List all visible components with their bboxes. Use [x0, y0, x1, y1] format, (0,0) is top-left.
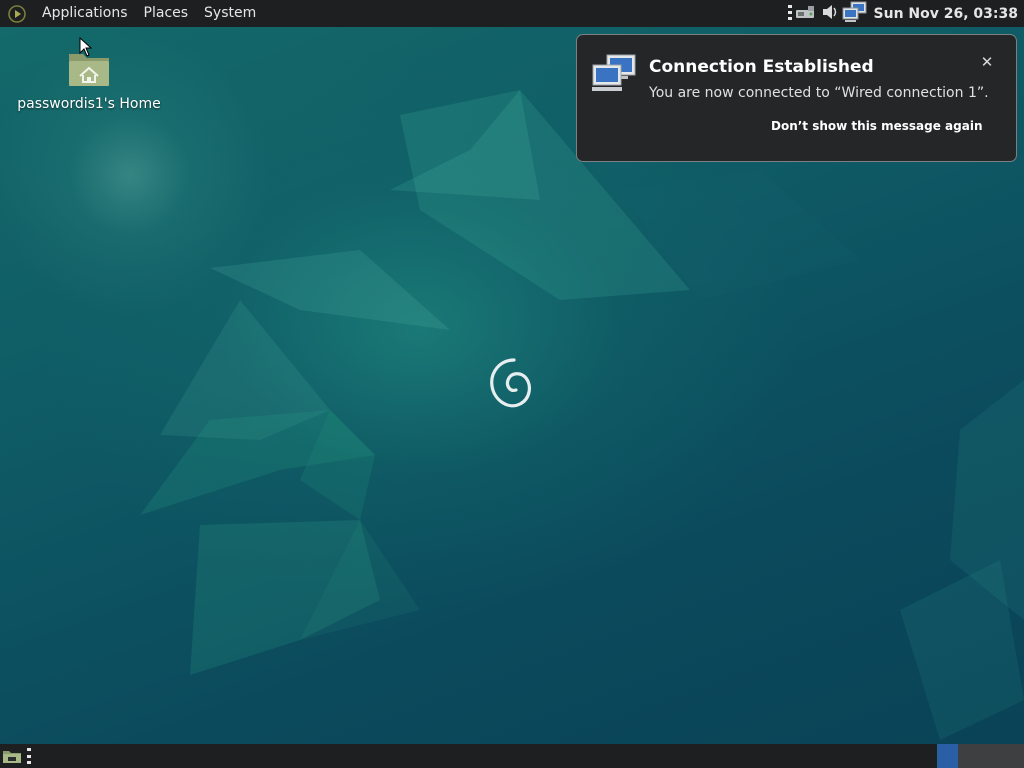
- notification-title: Connection Established: [649, 57, 874, 77]
- desktop-icon-home[interactable]: passwordis1's Home: [14, 48, 164, 112]
- dont-show-again-button[interactable]: Don’t show this message again: [771, 119, 983, 133]
- workspace-switcher[interactable]: [937, 744, 1024, 768]
- network-computers-icon: [592, 54, 636, 91]
- workspace-2[interactable]: [958, 744, 1024, 768]
- debian-logo-icon[interactable]: [8, 4, 26, 23]
- notification-popup[interactable]: Connection Established You are now conne…: [576, 34, 1017, 162]
- debian-swirl-logo: [490, 358, 531, 408]
- menu-applications[interactable]: Applications: [34, 0, 136, 27]
- panel-handle-icon[interactable]: [787, 3, 792, 25]
- close-icon[interactable]: ✕: [978, 53, 996, 71]
- show-desktop-icon[interactable]: [2, 748, 22, 764]
- system-tray: Sun Nov 26, 03:38: [786, 0, 1024, 27]
- panel-handle-icon[interactable]: [27, 748, 31, 764]
- bottom-panel: [0, 744, 1024, 768]
- clock[interactable]: Sun Nov 26, 03:38: [874, 6, 1018, 22]
- workspace-1[interactable]: [937, 744, 958, 768]
- top-panel: Applications Places System Sun Nov 26, 0…: [0, 0, 1024, 27]
- menu-bar: Applications Places System: [0, 0, 264, 27]
- menu-system[interactable]: System: [196, 0, 264, 27]
- mouse-cursor-icon: [79, 37, 93, 57]
- notification-body: You are now connected to “Wired connecti…: [649, 85, 989, 101]
- network-device-icon[interactable]: [794, 3, 818, 25]
- menu-places[interactable]: Places: [136, 0, 197, 27]
- desktop-icon-label: passwordis1's Home: [17, 96, 161, 112]
- network-connected-icon[interactable]: [842, 1, 868, 27]
- desktop[interactable]: Applications Places System Sun Nov 26, 0…: [0, 0, 1024, 768]
- volume-icon[interactable]: [820, 2, 840, 26]
